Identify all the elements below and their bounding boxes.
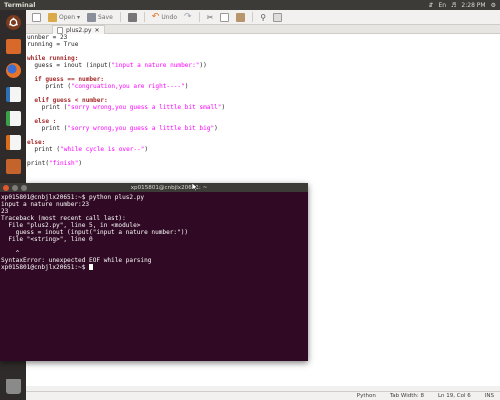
terminal-output[interactable]: xp015801@cnbjlx20651:~$ python plus2.py … — [1, 194, 307, 271]
minimize-icon[interactable] — [12, 184, 18, 191]
replace-icon — [273, 12, 283, 22]
terminal-line: 23 — [1, 208, 9, 215]
language-selector[interactable]: Python — [357, 393, 376, 399]
save-button[interactable]: Save — [85, 11, 115, 23]
code-line: print ("sorry wrong,you guess a little b… — [27, 104, 226, 111]
code-line: print ("congruation,you are right----") — [27, 83, 189, 90]
launcher-files[interactable] — [3, 36, 23, 56]
launcher-trash[interactable] — [3, 376, 23, 396]
copy-button[interactable] — [218, 11, 231, 23]
terminal-line: input a nature number:23 — [1, 201, 90, 208]
terminal-line: SyntaxError: unexpected EOF while parsin… — [1, 257, 152, 264]
undo-label: Undo — [161, 13, 178, 21]
code-line: print("finish") — [27, 160, 83, 167]
clock[interactable]: 2:28 PM — [461, 2, 485, 9]
open-label: Open — [59, 13, 76, 21]
new-button[interactable] — [30, 11, 43, 23]
save-icon — [87, 12, 97, 22]
software-center-icon — [5, 158, 21, 174]
paste-button[interactable] — [234, 11, 247, 23]
terminal-cursor — [89, 264, 93, 270]
undo-icon: ↶ — [151, 12, 160, 22]
tab-label: plus2.py — [66, 26, 92, 34]
terminal-title: xp015801@cnbjlx20651: ~ — [130, 184, 208, 191]
document-tabs: plus2.py ✕ — [26, 25, 500, 34]
chevron-down-icon: ▾ — [77, 13, 81, 21]
terminal-line: File "<string>", line 0 — [1, 236, 93, 243]
cut-button[interactable]: ✂ — [205, 11, 216, 23]
active-window-title: Terminal — [4, 1, 36, 9]
launcher-software-center[interactable] — [3, 156, 23, 176]
launcher-writer[interactable] — [3, 84, 23, 104]
code-line: unnber = 23 — [27, 34, 68, 41]
firefox-icon — [5, 62, 21, 78]
toolbar-separator — [119, 12, 121, 22]
paste-icon — [236, 12, 246, 22]
terminal-prompt: xp015801@cnbjlx20651:~$ — [1, 264, 90, 271]
launcher-dash[interactable] — [3, 12, 23, 32]
code-line: if guess == number: — [27, 76, 105, 83]
terminal-line: File "plus2.py", line 5, in <module> — [1, 222, 141, 229]
tab-plus2[interactable]: plus2.py ✕ — [52, 25, 105, 34]
save-label: Save — [98, 13, 113, 21]
toolbar-separator — [143, 12, 145, 22]
new-document-icon — [32, 12, 41, 22]
top-panel: Terminal ⇵ En ♬ 2:28 PM ⚙ — [0, 0, 500, 10]
terminal-line: guess = inout (input("input a nature num… — [1, 229, 189, 236]
code-line: print ("sorry wrong,you guess a little b… — [27, 125, 218, 132]
terminal-prompt-line: xp015801@cnbjlx20651:~$ — [1, 264, 307, 271]
redo-icon: ↷ — [184, 12, 192, 22]
volume-icon[interactable]: ♬ — [451, 2, 456, 9]
folder-icon — [48, 12, 57, 22]
open-button[interactable]: Open ▾ — [46, 11, 82, 23]
session-gear-icon[interactable]: ⚙ — [491, 2, 496, 9]
code-line: guess = inout (input("input a nature num… — [27, 62, 207, 69]
code-line: print ("while cycle is over--") — [27, 146, 149, 153]
replace-button[interactable] — [271, 11, 284, 23]
libreoffice-writer-icon — [5, 86, 21, 102]
search-icon: ⚲ — [260, 12, 267, 22]
code-line: elif guess < number: — [27, 97, 108, 104]
scissors-icon: ✂ — [206, 12, 214, 22]
terminal-titlebar[interactable]: xp015801@cnbjlx20651: ~ — [0, 183, 308, 192]
insert-mode: INS — [484, 393, 494, 399]
maximize-icon[interactable] — [21, 184, 27, 191]
close-icon[interactable] — [3, 184, 9, 191]
code-line: while running: — [27, 55, 79, 62]
find-button[interactable]: ⚲ — [258, 11, 268, 23]
tab-width-selector[interactable]: Tab Width: 8 — [390, 393, 424, 399]
libreoffice-impress-icon — [5, 134, 21, 150]
keyboard-indicator[interactable]: En — [438, 2, 446, 9]
launcher-impress[interactable] — [3, 132, 23, 152]
system-tray: ⇵ En ♬ 2:28 PM ⚙ — [428, 2, 500, 9]
status-bar: Python Tab Width: 8 Ln 19, Col 6 INS — [26, 391, 500, 400]
printer-icon — [127, 12, 137, 22]
libreoffice-calc-icon — [5, 110, 21, 126]
undo-button[interactable]: ↶ Undo — [150, 11, 179, 23]
trash-icon — [5, 378, 21, 394]
terminal-window[interactable]: xp015801@cnbjlx20651: ~ xp015801@cnbjlx2… — [0, 183, 308, 361]
close-icon[interactable]: ✕ — [95, 27, 100, 34]
copy-icon — [220, 12, 230, 22]
dash-home-icon — [5, 14, 21, 30]
terminal-line: xp015801@cnbjlx20651:~$ python plus2.py — [1, 194, 145, 201]
network-icon[interactable]: ⇵ — [428, 2, 433, 9]
cursor-position: Ln 19, Col 6 — [437, 393, 471, 399]
code-line: running = True — [27, 41, 79, 48]
document-icon — [57, 26, 63, 34]
launcher-calc[interactable] — [3, 108, 23, 128]
code-line: else : — [27, 118, 57, 125]
print-button[interactable] — [126, 11, 139, 23]
editor-toolbar: Open ▾ Save ↶ Undo ↷ ✂ ⚲ — [26, 10, 500, 25]
toolbar-separator — [252, 12, 254, 22]
redo-button[interactable]: ↷ — [182, 11, 194, 23]
terminal-line: ^ — [1, 250, 20, 257]
files-icon — [5, 38, 21, 54]
launcher-firefox[interactable] — [3, 60, 23, 80]
terminal-line: Traceback (most recent call last): — [1, 215, 126, 222]
toolbar-separator — [198, 12, 200, 22]
code-line: else: — [27, 139, 46, 146]
mouse-pointer-icon — [192, 183, 198, 191]
